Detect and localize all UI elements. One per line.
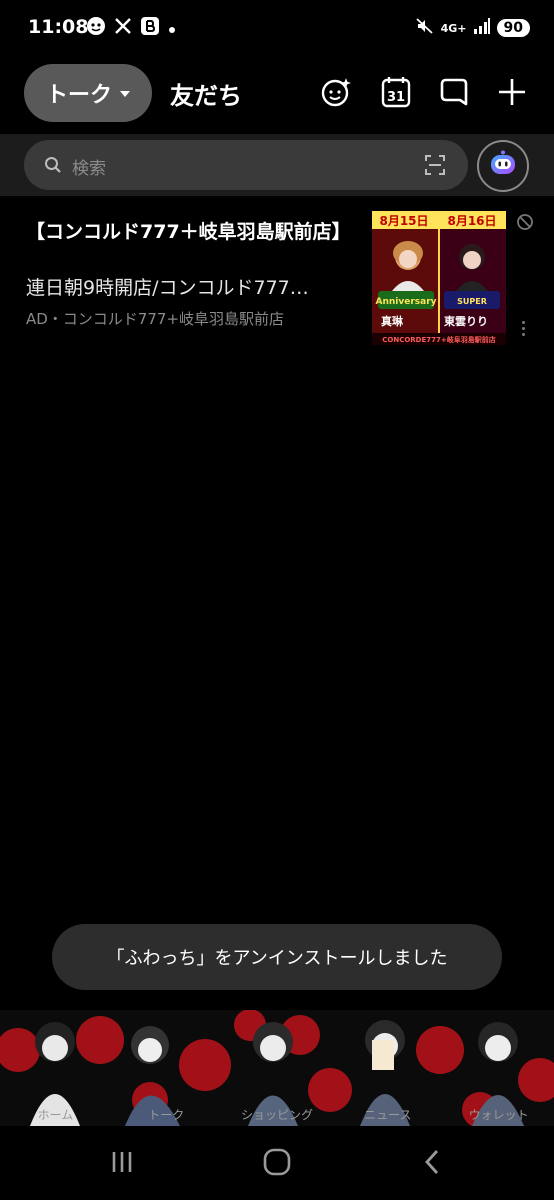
battery-level: 90 <box>496 19 530 37</box>
mute-icon <box>415 16 435 40</box>
chat-bubble-icon[interactable] <box>436 74 472 110</box>
header: トーク 友だち 31 <box>0 60 554 128</box>
svg-text:Anniversary: Anniversary <box>375 297 436 307</box>
notification-app-icon <box>86 16 106 42</box>
calendar-icon[interactable]: 31 <box>378 74 414 110</box>
bereal-icon <box>140 16 160 42</box>
robot-icon <box>488 149 518 183</box>
plus-icon[interactable] <box>494 74 530 110</box>
tab-wallet[interactable]: ウォレット <box>443 1106 554 1123</box>
ad-image-date-right: 8月16日 <box>447 214 496 228</box>
scan-icon[interactable] <box>424 154 446 180</box>
ad-meta: AD・コンコルド777+岐阜羽島駅前店 <box>26 310 285 328</box>
toast-message: 「ふわっち」をアンインストールしました <box>106 948 448 969</box>
tab-talk-label: トーク <box>45 83 112 108</box>
hide-ad-icon[interactable] <box>516 213 534 235</box>
tab-shopping[interactable]: ショッピング <box>222 1106 333 1123</box>
ad-image-brand: CONCORDE777+岐阜羽島駅前店 <box>382 335 496 344</box>
status-system-icons: 4G+ 90 <box>415 16 530 40</box>
bottom-tab-bar: ホーム トーク ショッピング ニュース ウォレット <box>0 1010 554 1126</box>
search-input[interactable]: 検索 <box>24 140 468 190</box>
search-placeholder: 検索 <box>72 159 106 179</box>
tab-news[interactable]: ニュース <box>332 1106 443 1123</box>
status-notification-icons <box>86 16 176 42</box>
ad-image[interactable]: 8月15日 8月16日 Anniversary SUPER 真琳 東雲りり CO… <box>372 211 506 345</box>
signal-icon <box>473 17 491 39</box>
toast-notification: 「ふわっち」をアンインストールしました <box>52 924 502 990</box>
back-icon <box>421 1148 443 1180</box>
tab-talk[interactable]: トーク <box>24 64 152 122</box>
status-time: 11:08 <box>28 16 89 38</box>
sparkle-face-icon[interactable] <box>318 74 354 110</box>
home-icon <box>262 1147 292 1181</box>
ad-image-name-left: 真琳 <box>381 314 404 328</box>
status-bar: 11:08 4G+ 90 <box>0 0 554 58</box>
more-options-icon[interactable] <box>519 321 527 343</box>
search-bar-area: 検索 <box>0 134 554 196</box>
tab-labels: ホーム トーク ショッピング ニュース ウォレット <box>0 1106 554 1123</box>
home-button[interactable] <box>257 1146 297 1182</box>
search-icon <box>44 156 62 178</box>
system-navigation-bar <box>0 1128 554 1200</box>
svg-text:SUPER: SUPER <box>457 297 487 306</box>
back-button[interactable] <box>412 1146 452 1182</box>
tab-talk-bottom[interactable]: トーク <box>111 1106 222 1123</box>
ad-image-date-left: 8月15日 <box>379 214 428 228</box>
x-icon <box>114 17 132 41</box>
tab-friends[interactable]: 友だち <box>170 76 242 111</box>
ad-description: 連日朝9時開店/コンコルド777… <box>26 277 309 299</box>
chevron-down-icon <box>120 91 130 97</box>
tab-home[interactable]: ホーム <box>0 1106 111 1123</box>
ai-assistant-button[interactable] <box>477 140 529 192</box>
ad-list-item[interactable]: 【コンコルド777＋岐阜羽島駅前店】 連日朝9時開店/コンコルド777… AD・… <box>0 205 554 350</box>
ad-image-name-right: 東雲りり <box>444 314 488 328</box>
recent-apps-icon <box>108 1149 136 1179</box>
recent-apps-button[interactable] <box>102 1146 142 1182</box>
ad-title: 【コンコルド777＋岐阜羽島駅前店】 <box>26 221 351 243</box>
network-type: 4G+ <box>440 21 467 35</box>
dot-icon <box>168 18 176 40</box>
calendar-day: 31 <box>387 90 405 105</box>
